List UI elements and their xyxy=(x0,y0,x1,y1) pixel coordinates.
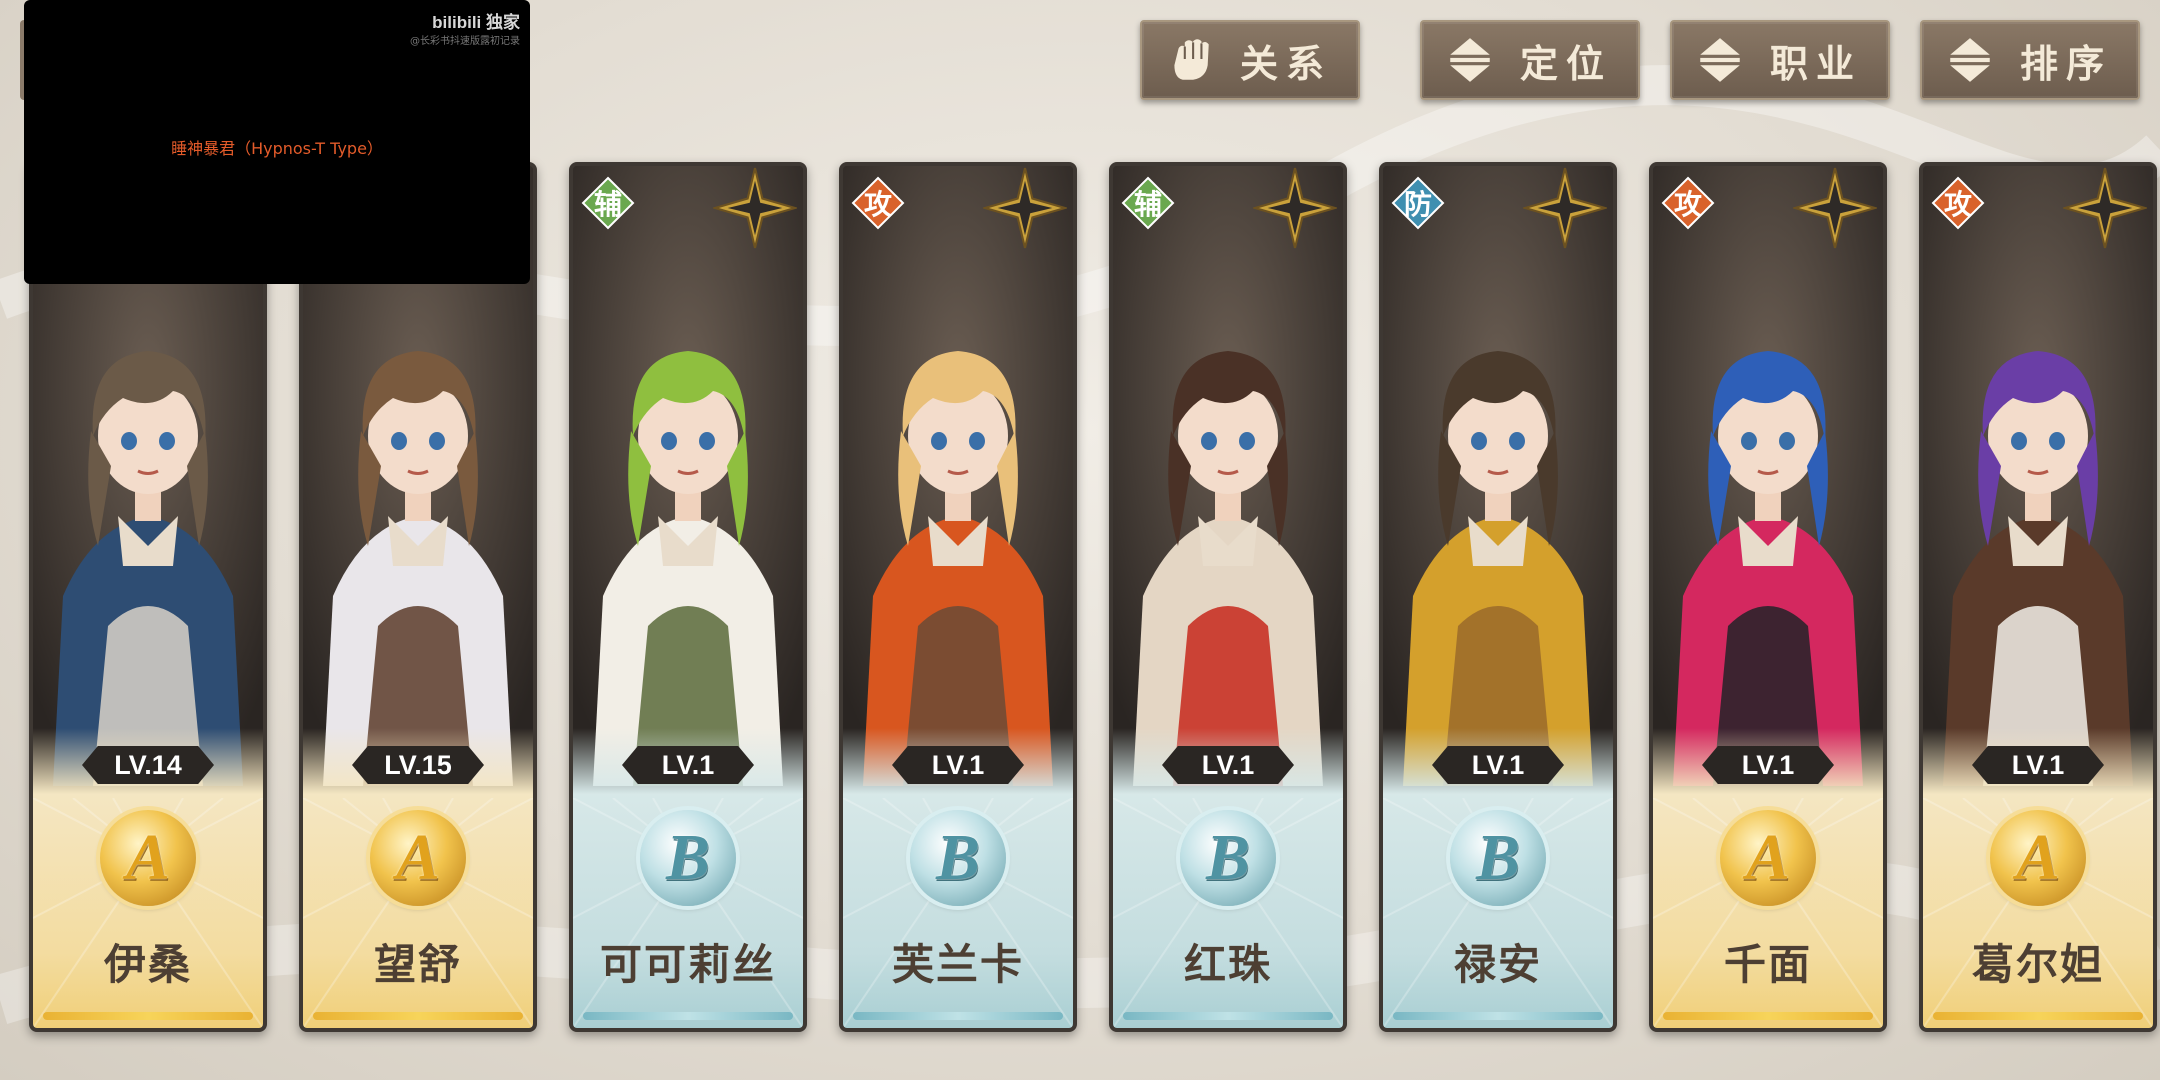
grade-medal: A xyxy=(370,810,466,906)
level-badge: LV.1 xyxy=(892,746,1024,784)
card-bottom-bar xyxy=(583,1012,793,1020)
star-icon xyxy=(1793,167,1877,249)
fist-icon xyxy=(1174,39,1209,80)
position-filter-button[interactable]: 定位 xyxy=(1420,20,1640,100)
character-name: 可可莉丝 xyxy=(599,940,776,989)
character-portrait xyxy=(1383,166,1613,786)
level-badge: LV.14 xyxy=(82,746,214,784)
star-icon xyxy=(1253,167,1337,249)
grade-medal: A xyxy=(100,810,196,906)
sort-arrows-icon xyxy=(1450,38,1490,82)
card-bottom-bar xyxy=(1393,1012,1603,1020)
card-bottom-bar xyxy=(1933,1012,2143,1020)
sort-label: 排序 xyxy=(2019,41,2112,86)
grade-medal: A xyxy=(1720,810,1816,906)
star-icon xyxy=(983,167,1067,249)
level-badge: LV.1 xyxy=(1432,746,1564,784)
star-icon xyxy=(2063,167,2147,249)
card-bottom-bar xyxy=(1663,1012,1873,1020)
role-label: 辅 xyxy=(1133,188,1162,221)
character-card[interactable]: LV.14 A 伊桑 xyxy=(29,162,267,1032)
role-label: 攻 xyxy=(1943,188,1972,221)
character-card[interactable]: LV.1 A 千面 攻 xyxy=(1649,162,1887,1032)
role-badge: 攻 xyxy=(1661,176,1715,230)
role-badge: 辅 xyxy=(1121,176,1175,230)
character-card[interactable]: LV.1 A 葛尔妲 攻 xyxy=(1919,162,2157,1032)
character-name: 伊桑 xyxy=(103,940,192,989)
character-name: 千面 xyxy=(1723,940,1812,989)
role-badge: 攻 xyxy=(851,176,905,230)
role-label: 防 xyxy=(1403,188,1432,221)
character-card[interactable]: LV.1 B 红珠 辅 xyxy=(1109,162,1347,1032)
star-icon xyxy=(713,167,797,249)
level-badge: LV.1 xyxy=(622,746,754,784)
sort-button[interactable]: 排序 xyxy=(1920,20,2140,100)
video-overlay: bilibili 独家 @长彩书抖速版露初记录 睡神暴君（Hypnos-T Ty… xyxy=(24,0,530,284)
character-card[interactable]: LV.1 B 芙兰卡 攻 xyxy=(839,162,1077,1032)
grade-medal: B xyxy=(640,810,736,906)
grade-medal: B xyxy=(1180,810,1276,906)
role-label: 攻 xyxy=(863,188,892,221)
relation-filter-button[interactable]: 关系 xyxy=(1140,20,1360,100)
role-badge: 攻 xyxy=(1931,176,1985,230)
card-bottom-bar xyxy=(43,1012,253,1020)
character-portrait xyxy=(843,166,1073,786)
grade-medal: B xyxy=(910,810,1006,906)
character-name: 葛尔妲 xyxy=(1971,940,2104,989)
character-name: 望舒 xyxy=(373,940,462,989)
card-bottom-bar xyxy=(853,1012,1063,1020)
role-label: 辅 xyxy=(593,188,622,221)
character-card[interactable]: LV.1 B 禄安 防 xyxy=(1379,162,1617,1032)
character-portrait xyxy=(573,166,803,786)
grade-medal: A xyxy=(1990,810,2086,906)
character-portrait xyxy=(1653,166,1883,786)
bilibili-logo: bilibili 独家 xyxy=(432,13,520,32)
class-filter-button[interactable]: 职业 xyxy=(1670,20,1890,100)
character-name: 禄安 xyxy=(1453,940,1542,989)
position-filter-label: 定位 xyxy=(1519,41,1612,86)
card-bottom-bar xyxy=(1123,1012,1333,1020)
grade-medal: B xyxy=(1450,810,1546,906)
character-name: 红珠 xyxy=(1183,940,1272,989)
sort-arrows-icon xyxy=(1950,38,1990,82)
level-badge: LV.1 xyxy=(1162,746,1294,784)
character-name: 芙兰卡 xyxy=(891,940,1024,989)
overlay-subtext: @长彩书抖速版露初记录 xyxy=(410,36,520,47)
sort-arrows-icon xyxy=(1700,38,1740,82)
role-label: 攻 xyxy=(1673,188,1702,221)
role-badge: 辅 xyxy=(581,176,635,230)
role-badge: 防 xyxy=(1391,176,1445,230)
level-badge: LV.1 xyxy=(1972,746,2104,784)
relation-filter-label: 关系 xyxy=(1239,41,1332,86)
overlay-caption: 睡神暴君（Hypnos-T Type） xyxy=(171,139,383,158)
character-portrait xyxy=(1113,166,1343,786)
star-icon xyxy=(1523,167,1607,249)
character-portrait xyxy=(1923,166,2153,786)
character-card[interactable]: LV.1 B 可可莉丝 辅 xyxy=(569,162,807,1032)
level-badge: LV.15 xyxy=(352,746,484,784)
class-filter-label: 职业 xyxy=(1769,41,1862,86)
level-badge: LV.1 xyxy=(1702,746,1834,784)
card-bottom-bar xyxy=(313,1012,523,1020)
character-card[interactable]: LV.15 A 望舒 xyxy=(299,162,537,1032)
